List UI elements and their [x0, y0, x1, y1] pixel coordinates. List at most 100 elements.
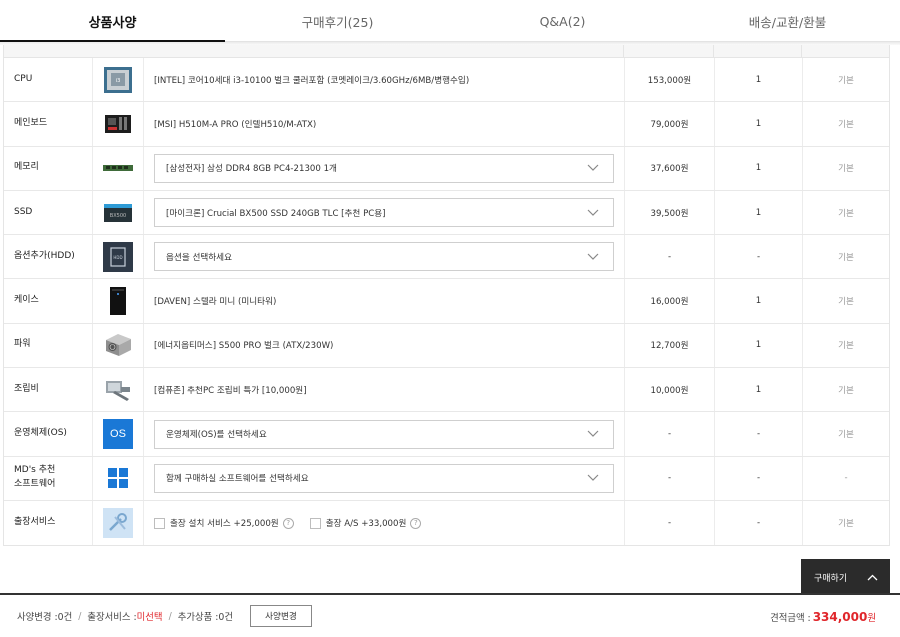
quantity: 1 [714, 190, 802, 235]
select-value: 운영체제(OS)를 선택하세요 [166, 430, 267, 441]
os-select[interactable]: 운영체제(OS)를 선택하세요 [154, 419, 614, 449]
price: 10,000원 [624, 368, 714, 412]
table-row: 옵션추가(HDD) HDD 옵션을 선택하세요 - - 기본 [4, 235, 889, 280]
price: 16,000원 [624, 279, 714, 323]
quantity: - [714, 412, 802, 456]
row-category: 출장서비스 [14, 517, 56, 528]
tab-reviews[interactable]: 구매후기(25) [225, 0, 450, 42]
table-row: MD's 추천 소프트웨어 함께 구매하실 소프트웨어를 선택하세요 - - - [4, 456, 889, 501]
pc-case-icon [92, 279, 144, 323]
os-badge-text: OS [103, 419, 133, 450]
svg-text:BX500: BX500 [110, 213, 126, 219]
install-service-checkbox[interactable] [154, 517, 165, 529]
table-header-strip [4, 45, 889, 58]
service-status: 미선택 [136, 612, 163, 623]
hdd-icon: HDD [92, 235, 144, 279]
total-label: 견적금액 : [770, 613, 811, 624]
service-option-install: 출장 설치 서비스 +25,000원 ? [154, 517, 294, 529]
base-label: 기본 [802, 500, 889, 546]
svg-text:i3: i3 [116, 78, 121, 84]
quantity: - [714, 456, 802, 500]
quantity: 1 [714, 368, 802, 412]
table-row: 메모리 [삼성전자] 삼성 DDR4 8GB PC4-21300 1개 37,6… [4, 146, 889, 191]
base-label: 기본 [802, 235, 889, 279]
spec-table: CPU i3 [INTEL] 코어10세대 i3-10100 벌크 쿨러포함 (… [3, 45, 890, 547]
service-option-label: 출장 설치 서비스 +25,000원 [170, 519, 279, 530]
memory-select[interactable]: [삼성전자] 삼성 DDR4 8GB PC4-21300 1개 [154, 153, 614, 183]
chevron-down-icon [587, 430, 599, 437]
os-badge-icon: OS [92, 412, 144, 456]
price: - [624, 500, 714, 546]
table-row: 메인보드 [MSI] H510M-A PRO (인텔H510/M-ATX) 79… [4, 102, 889, 147]
chevron-down-icon [587, 474, 599, 482]
spec-change-button[interactable]: 사양변경 [249, 605, 312, 627]
chevron-down-icon [587, 253, 599, 260]
product-name[interactable]: [DAVEN] 스텔라 미니 (미니타워) [144, 279, 624, 322]
price: 37,600원 [624, 146, 714, 190]
ssd-select[interactable]: [마이크론] Crucial BX500 SSD 240GB TLC [추천 P… [154, 198, 614, 228]
info-icon[interactable]: ? [410, 517, 422, 529]
ssd-icon: BX500 [92, 190, 144, 235]
row-category: 조립비 [14, 383, 39, 394]
spec-change-count: 0건 [57, 612, 73, 623]
price: 12,700원 [624, 323, 714, 368]
price: - [624, 412, 714, 456]
summary-bar: 사양변경 : 0건 / 출장서비스 : 미선택 / 추가상품 : 0건 사양변경… [0, 593, 900, 637]
row-category: 파워 [14, 339, 31, 350]
buy-button[interactable]: 구매하기 [801, 559, 890, 595]
price: - [624, 235, 714, 279]
tab-qna[interactable]: Q&A(2) [450, 0, 675, 42]
table-row: 케이스 [DAVEN] 스텔라 미니 (미니타워) 16,000원 1 기본 [4, 279, 889, 324]
windows-logo-icon [92, 456, 144, 500]
quantity: - [714, 235, 802, 279]
service-option-as: 출장 A/S +33,000원 ? [309, 517, 422, 530]
product-name[interactable]: [MSI] H510M-A PRO (인텔H510/M-ATX) [144, 102, 624, 145]
row-category-line2: 소프트웨어 [14, 479, 56, 490]
info-icon[interactable]: ? [282, 517, 294, 529]
quantity: 1 [714, 323, 802, 368]
quantity: 1 [714, 58, 802, 102]
base-label: 기본 [802, 368, 889, 412]
chevron-down-icon [587, 209, 599, 216]
quantity: - [714, 500, 802, 546]
row-category: 메모리 [14, 162, 39, 173]
table-row: 조립비 [컴퓨존] 추천PC 조립비 특가 [10,000원] 10,000원 … [4, 368, 889, 413]
svg-text:HDD: HDD [113, 255, 122, 260]
select-value: [삼성전자] 삼성 DDR4 8GB PC4-21300 1개 [166, 164, 337, 175]
hdd-select[interactable]: 옵션을 선택하세요 [154, 242, 614, 272]
row-category-line1: MD's 추천 [14, 465, 56, 476]
product-name[interactable]: [에너지옵티머스] S500 PRO 벌크 (ATX/230W) [144, 324, 624, 367]
row-category: SSD [14, 206, 33, 217]
price: - [624, 456, 714, 500]
row-category: 운영체제(OS) [14, 428, 67, 439]
table-row: 파워 [에너지옵티머스] S500 PRO 벌크 (ATX/230W) 12,7… [4, 323, 889, 369]
row-category: MD's 추천 소프트웨어 [4, 457, 92, 500]
price: 79,000원 [624, 102, 714, 146]
software-select[interactable]: 함께 구매하실 소프트웨어를 선택하세요 [154, 463, 614, 493]
table-row: 운영체제(OS) OS 운영체제(OS)를 선택하세요 - - 기본 [4, 412, 889, 457]
tab-shipping-returns[interactable]: 배송/교환/환불 [675, 0, 900, 42]
product-name[interactable]: [INTEL] 코어10세대 i3-10100 벌크 쿨러포함 (코멧레이크/3… [144, 58, 624, 101]
motherboard-icon [92, 102, 144, 146]
quantity: 1 [714, 279, 802, 323]
as-service-checkbox[interactable] [309, 517, 321, 529]
chevron-down-icon [587, 164, 599, 172]
base-label: 기본 [802, 190, 889, 235]
power-supply-icon [92, 323, 144, 368]
spec-change-label: 사양변경 : [17, 612, 58, 623]
select-value: [마이크론] Crucial BX500 SSD 240GB TLC [추천 P… [166, 208, 386, 219]
service-option-label: 출장 A/S +33,000원 [325, 519, 407, 530]
price: 153,000원 [624, 58, 714, 102]
base-label: 기본 [802, 323, 889, 368]
price: 39,500원 [624, 190, 714, 235]
base-label: 기본 [802, 102, 889, 146]
tab-product-spec[interactable]: 상품사양 [0, 0, 225, 43]
product-name[interactable]: [컴퓨존] 추천PC 조립비 특가 [10,000원] [144, 368, 624, 411]
base-label: 기본 [802, 279, 889, 323]
service-tools-icon [92, 500, 144, 546]
select-value: 함께 구매하실 소프트웨어를 선택하세요 [166, 474, 309, 485]
extra-items-label: 추가상품 : [177, 612, 219, 623]
total-unit: 원 [867, 613, 876, 624]
assembly-icon [92, 368, 144, 412]
ram-stick-icon [92, 146, 144, 190]
